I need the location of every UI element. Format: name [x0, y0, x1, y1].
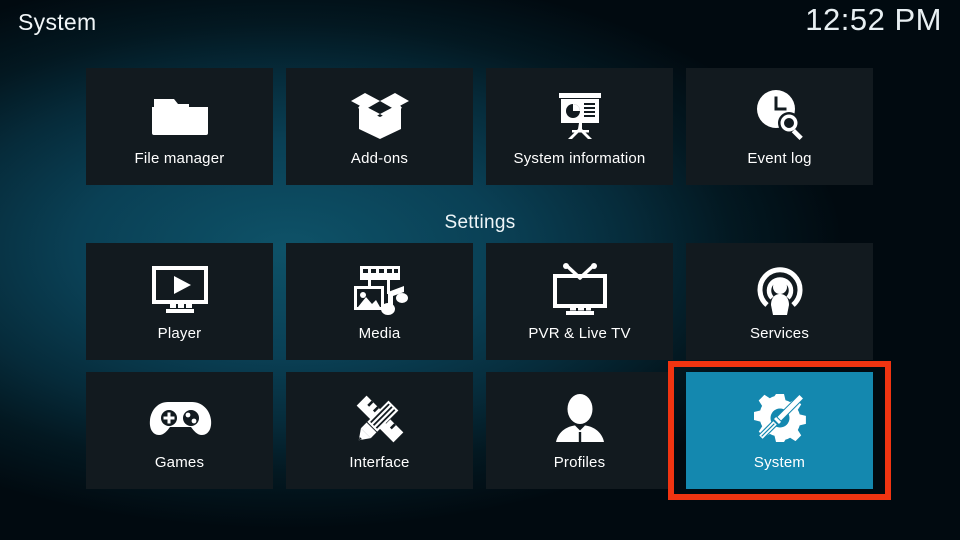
settings-section-heading: Settings [444, 212, 516, 233]
tile-label: Interface [349, 454, 410, 471]
gear-screwdriver-icon [744, 388, 816, 450]
tile-games[interactable]: Games [86, 372, 273, 489]
tile-label: Profiles [553, 454, 606, 471]
tile-label: Add-ons [350, 150, 409, 167]
gamepad-icon [144, 388, 216, 450]
tv-antenna-icon [544, 259, 616, 321]
page-title: System [18, 9, 97, 35]
tile-interface[interactable]: Interface [286, 372, 473, 489]
person-bust-icon [544, 388, 616, 450]
tile-media[interactable]: Media [286, 243, 473, 360]
clock-display: 12:52 PM [805, 2, 942, 37]
tile-label: File manager [134, 150, 225, 167]
tile-label: Media [358, 325, 401, 342]
pencil-ruler-icon [344, 388, 416, 450]
folder-icon [144, 84, 216, 146]
tile-services[interactable]: Services [686, 243, 873, 360]
tile-player[interactable]: Player [86, 243, 273, 360]
tile-event-log[interactable]: Event log [686, 68, 873, 185]
tile-system[interactable]: System [686, 372, 873, 489]
tile-label: Player [157, 325, 202, 342]
tile-pvr-live-tv[interactable]: PVR & Live TV [486, 243, 673, 360]
tile-label: Event log [747, 150, 812, 167]
tile-label: Services [749, 325, 810, 342]
open-box-icon [344, 84, 416, 146]
monitor-play-icon [144, 259, 216, 321]
tile-label: System information [513, 150, 646, 167]
tile-system-information[interactable]: System information [486, 68, 673, 185]
tile-label: PVR & Live TV [528, 325, 631, 342]
presentation-chart-icon [544, 84, 616, 146]
tile-label: Games [154, 454, 205, 471]
film-photo-music-icon [344, 259, 416, 321]
tile-add-ons[interactable]: Add-ons [286, 68, 473, 185]
window-header: System 12:52 PM [0, 0, 960, 58]
tile-file-manager[interactable]: File manager [86, 68, 273, 185]
tile-profiles[interactable]: Profiles [486, 372, 673, 489]
tile-label: System [753, 454, 806, 471]
broadcast-person-icon [744, 259, 816, 321]
kodi-system-screen: System 12:52 PM File manager Add-ons Sys… [0, 0, 960, 540]
clock-search-icon [744, 84, 816, 146]
